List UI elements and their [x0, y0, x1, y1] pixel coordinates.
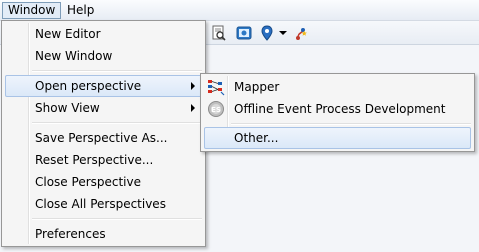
menu-item-save-perspective-as[interactable]: Save Perspective As... [5, 127, 202, 149]
open-perspective-submenu: Mapper ES Offline Event Process Developm… [200, 73, 475, 152]
menu-separator [32, 70, 202, 72]
menu-bar: Window Help [0, 0, 479, 21]
menu-item-show-view[interactable]: Show View [5, 97, 202, 119]
menu-separator [32, 122, 202, 124]
menu-separator [32, 218, 202, 220]
menu-item-new-window[interactable]: New Window [5, 45, 202, 67]
console-icon[interactable] [235, 24, 253, 42]
help-menu[interactable]: Help [61, 2, 100, 19]
search-document-icon[interactable] [210, 24, 228, 42]
submenu-arrow-icon [191, 82, 195, 90]
submenu-item-offline-event-process[interactable]: ES Offline Event Process Development [204, 98, 471, 120]
submenu-item-other[interactable]: Other... [204, 127, 471, 149]
event-process-icon: ES [207, 100, 225, 118]
menu-item-reset-perspective[interactable]: Reset Perspective... [5, 149, 202, 171]
mapper-icon [207, 78, 225, 96]
location-pin-icon[interactable] [258, 24, 276, 42]
menu-separator [231, 123, 471, 125]
menu-item-new-editor[interactable]: New Editor [5, 23, 202, 45]
menu-item-close-perspective[interactable]: Close Perspective [5, 171, 202, 193]
menu-item-preferences[interactable]: Preferences [5, 223, 202, 245]
svg-text:ES: ES [211, 106, 221, 114]
window-menu[interactable]: Window [2, 2, 62, 19]
submenu-arrow-icon [191, 104, 195, 112]
chevron-down-icon[interactable] [277, 24, 289, 42]
menu-item-close-all-perspectives[interactable]: Close All Perspectives [5, 193, 202, 215]
menu-item-open-perspective[interactable]: Open perspective [5, 75, 202, 97]
run-flow-icon[interactable] [294, 24, 312, 42]
window-dropdown-menu: New Editor New Window Open perspective S… [1, 20, 206, 247]
submenu-item-mapper[interactable]: Mapper [204, 76, 471, 98]
